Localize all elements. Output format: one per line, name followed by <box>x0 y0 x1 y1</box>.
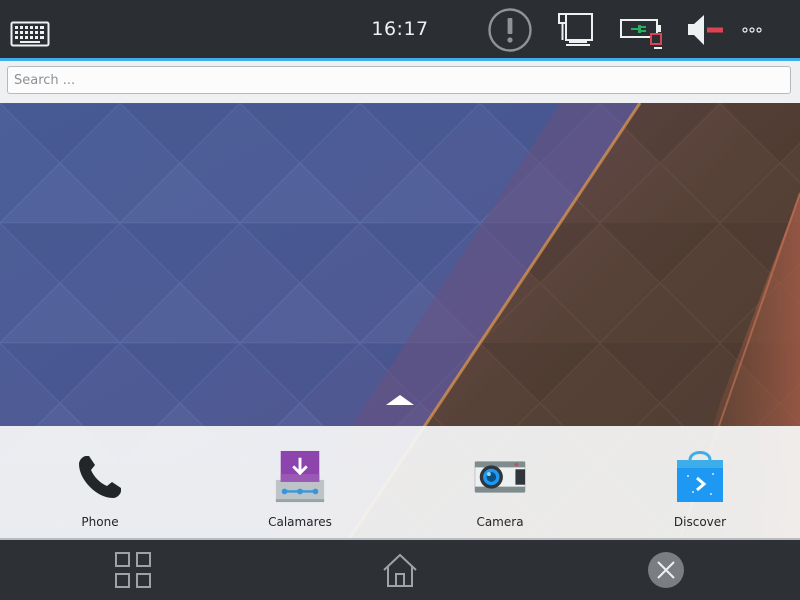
favorite-label: Camera <box>476 515 524 529</box>
clock: 16:17 <box>371 18 429 40</box>
more-indicators-button[interactable] <box>738 18 766 42</box>
favorite-discover[interactable]: Discover <box>600 426 800 538</box>
virtual-keyboard-button[interactable] <box>8 17 52 51</box>
speaker-muted-icon <box>688 15 723 45</box>
search-bar <box>0 61 800 103</box>
volume-button[interactable] <box>684 9 730 51</box>
exclamation-circle-icon <box>488 8 532 52</box>
chevron-up-icon <box>386 395 414 405</box>
calamares-installer-icon <box>273 448 327 506</box>
close-icon <box>648 552 684 588</box>
discover-store-icon <box>673 448 727 506</box>
keyboard-icon <box>10 21 50 47</box>
wired-network-disconnected-icon <box>558 13 593 46</box>
ellipsis-icon <box>742 27 762 33</box>
app-grid-icon <box>115 552 151 588</box>
network-status-button[interactable] <box>553 9 597 51</box>
favorite-calamares[interactable]: Calamares <box>200 426 400 538</box>
plasma-mobile-home-screen: 16:17 Search ... Phone Calamares Camera … <box>0 0 800 600</box>
favorite-label: Calamares <box>268 515 332 529</box>
navigation-panel <box>0 540 800 600</box>
search-input[interactable] <box>7 66 791 94</box>
favorite-camera[interactable]: Camera <box>400 426 600 538</box>
battery-charging-icon <box>620 19 662 49</box>
favorite-phone[interactable]: Phone <box>0 426 200 538</box>
home-icon <box>383 553 417 587</box>
app-drawer-handle[interactable] <box>381 388 419 412</box>
camera-icon <box>473 448 527 506</box>
battery-status-button[interactable] <box>617 13 669 53</box>
favorite-label: Phone <box>81 515 119 529</box>
top-panel: 16:17 <box>0 0 800 58</box>
close-window-button[interactable] <box>644 548 688 592</box>
phone-icon <box>73 448 127 506</box>
notifications-button[interactable] <box>486 7 534 53</box>
favorites-dock: Phone Calamares Camera Discover <box>0 426 800 538</box>
favorite-label: Discover <box>673 515 727 529</box>
home-button[interactable] <box>378 548 422 592</box>
app-grid-button[interactable] <box>111 548 155 592</box>
